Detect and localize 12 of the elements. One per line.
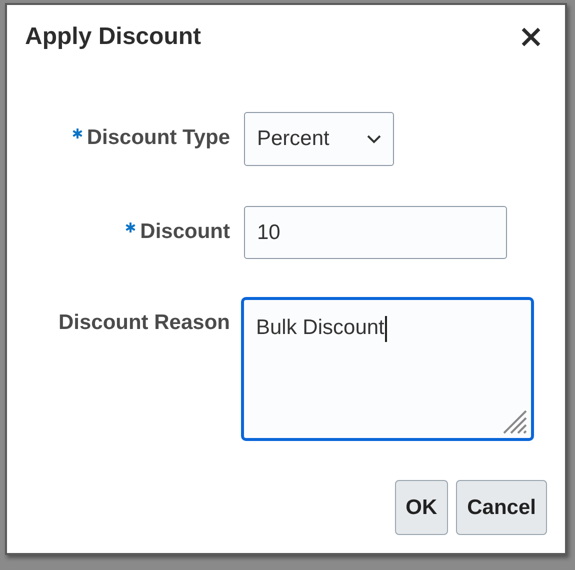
chevron-down-icon	[367, 134, 381, 144]
dropdown[interactable]: Percent	[244, 112, 394, 166]
close-icon[interactable]	[521, 27, 541, 47]
dialog-button[interactable]: OK	[394, 480, 448, 535]
field-label: Discount	[140, 220, 230, 244]
text-area[interactable]: Bulk Discount	[241, 297, 534, 441]
field-label: Discount Type	[86, 126, 230, 150]
field-label: Discount Reason	[58, 311, 230, 335]
dialog-button[interactable]: Cancel	[456, 480, 547, 535]
input-field[interactable]: 10	[244, 206, 507, 259]
dialog-title: Apply Discount	[25, 23, 202, 51]
resize-grip-icon[interactable]	[501, 408, 527, 434]
